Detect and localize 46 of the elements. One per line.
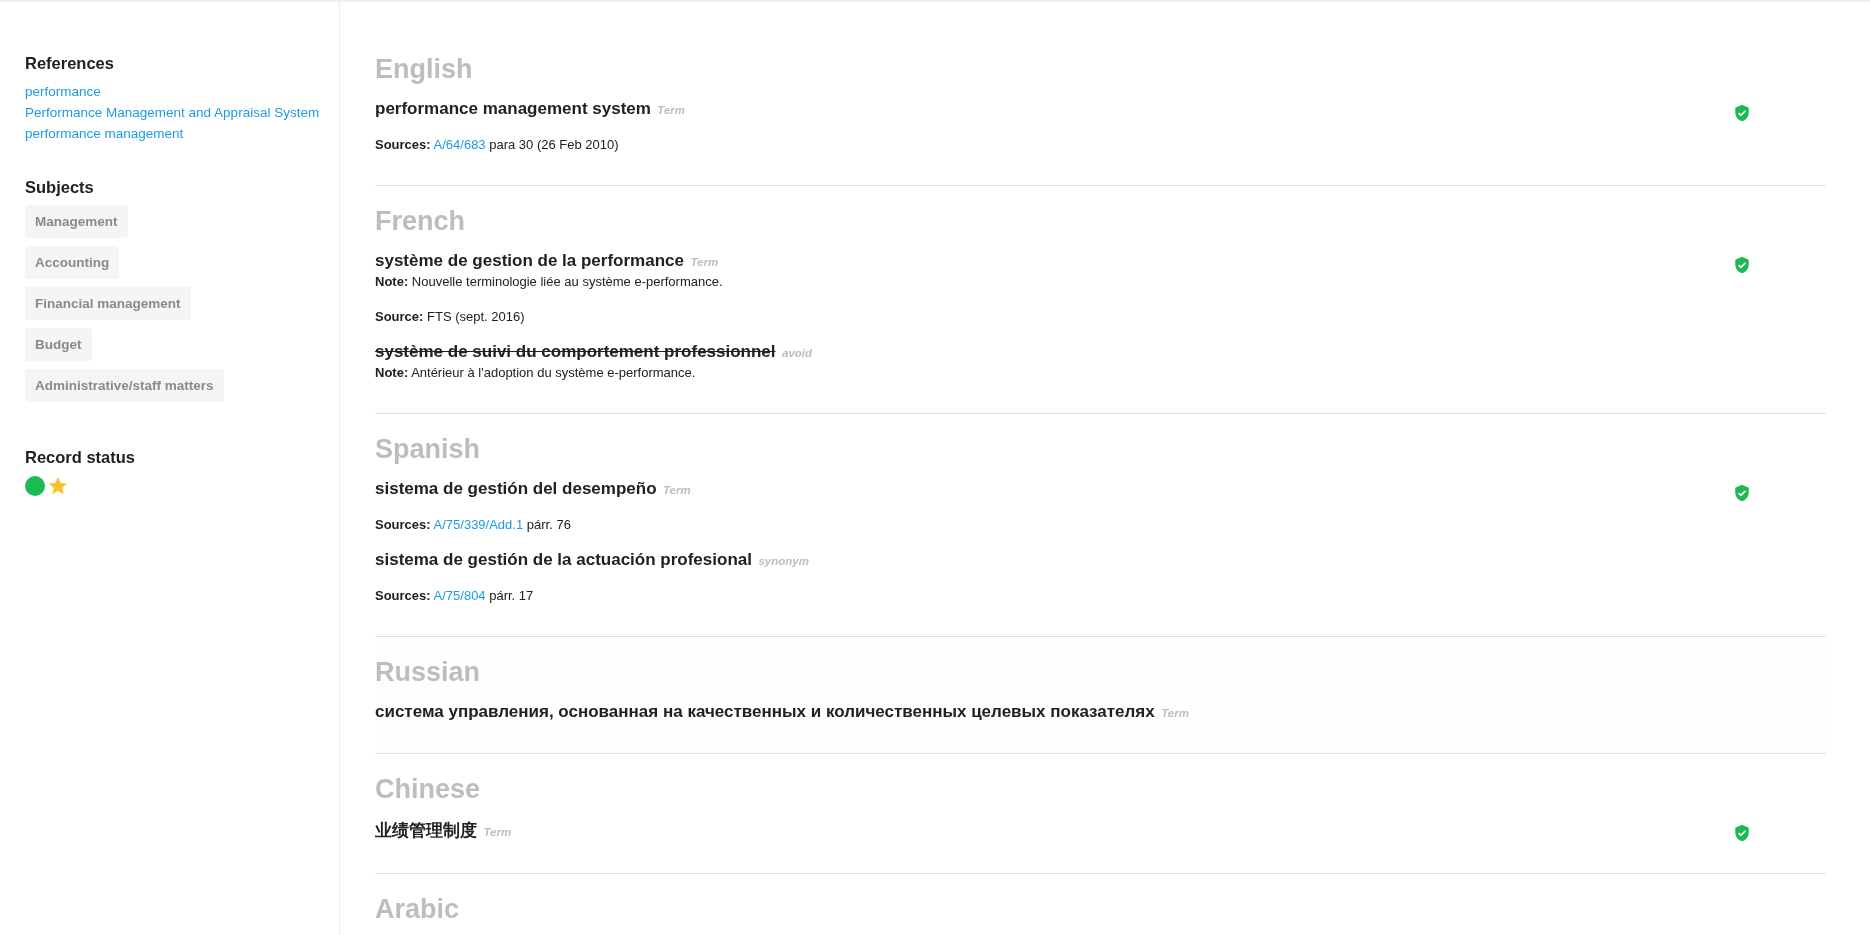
detail-label: Sources: <box>375 137 431 152</box>
term-type-label: Term <box>1161 707 1189 719</box>
subject-tag[interactable]: Administrative/staff matters <box>25 369 224 402</box>
section-heading: Subjects <box>25 178 95 197</box>
subject-tag[interactable]: Financial management <box>25 287 191 320</box>
source-text: párr. 17 <box>489 588 534 603</box>
detail-label: Note: <box>375 365 409 380</box>
source-link[interactable]: A/64/683 <box>433 137 486 152</box>
term-text: système de suivi du comportement professionnel <box>375 342 776 361</box>
term-text: système de gestion de la performance <box>375 251 684 270</box>
language-heading: Arabic <box>375 894 461 925</box>
source-link[interactable]: A/75/804 <box>433 588 486 603</box>
language-heading: English <box>375 54 474 85</box>
term-type-label: Term <box>483 826 512 838</box>
term-type-label: Term <box>663 484 691 496</box>
reference-link[interactable]: Performance Management and Appraisal System <box>25 102 339 123</box>
term-text: sistema de gestión de la actuación profesional <box>375 550 752 569</box>
detail-label: Note: <box>375 274 409 289</box>
source-text: para 30 (26 Feb 2010) <box>489 137 619 152</box>
language-heading: Russian <box>375 657 482 688</box>
language-heading: Chinese <box>375 774 482 805</box>
detail-label: Sources: <box>375 517 431 532</box>
term-type-label: Term <box>690 256 719 268</box>
language-heading: Spanish <box>375 434 482 465</box>
language-heading: French <box>375 206 467 237</box>
term-text: 业绩管理制度 <box>375 821 477 840</box>
note-text: Antérieur à l'adoption du système e-performance. <box>411 365 696 380</box>
note-text: Nouvelle terminologie liée au système e-performance. <box>411 274 723 289</box>
subject-tag[interactable]: Accounting <box>25 246 120 279</box>
section-heading: References <box>25 54 115 73</box>
section-heading: Record status <box>25 448 137 467</box>
source-link[interactable]: A/75/339/Add.1 <box>433 517 524 532</box>
source-text: párr. 76 <box>526 517 571 532</box>
reference-link[interactable]: performance <box>25 81 339 102</box>
subject-tag[interactable]: Budget <box>25 328 92 361</box>
term-text: sistema de gestión del desempeño <box>375 479 657 498</box>
detail-label: Sources: <box>375 588 431 603</box>
term-type-label: Term <box>657 104 686 116</box>
source-text: FTS (sept. 2016) <box>427 309 525 324</box>
subject-tag[interactable]: Management <box>25 205 128 238</box>
term-type-label: synonym <box>758 555 809 567</box>
reference-link[interactable]: performance management <box>25 123 339 144</box>
term-text: performance management system <box>375 99 651 118</box>
term-text: система управления, основанная на качественных и количественных целевых показателях <box>375 702 1155 721</box>
term-type-label: avoid <box>782 347 813 359</box>
detail-label: Source: <box>375 309 424 324</box>
